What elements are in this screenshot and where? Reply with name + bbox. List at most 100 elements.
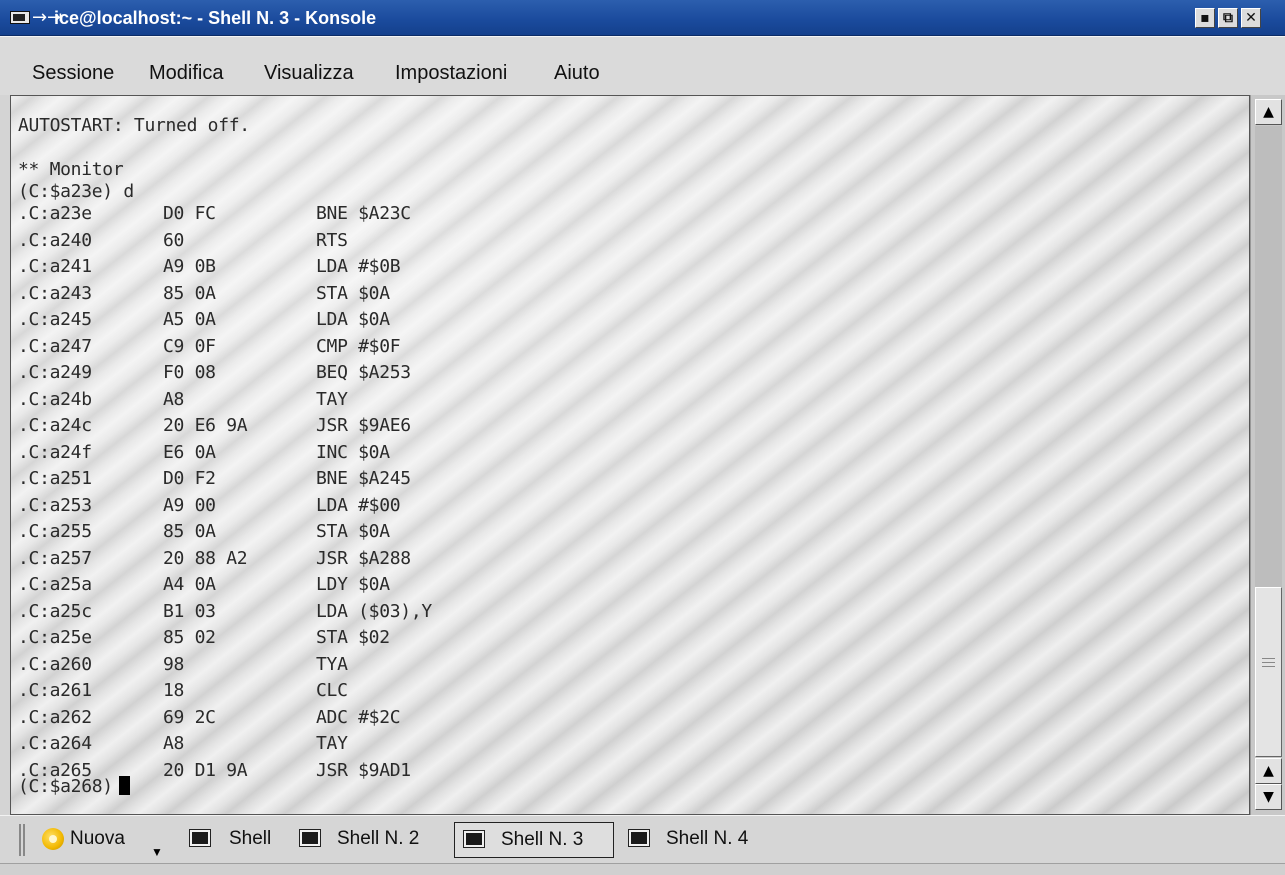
instruction-cell: CMP #$0F [316, 336, 401, 357]
thumb-grip [1262, 666, 1275, 667]
terminal-icon [299, 829, 321, 847]
bytes-cell: A9 0B [163, 256, 216, 277]
address-cell: .C:a251 [18, 468, 92, 489]
monitor-prompt-line[interactable]: (C:$a268) [18, 776, 130, 798]
instruction-cell: LDA #$0B [316, 256, 401, 277]
address-cell: .C:a241 [18, 256, 92, 277]
disassembly-row: .C:a264 A8 TAY [18, 733, 618, 755]
vertical-scrollbar[interactable]: ▲ ▲ ▼ [1250, 95, 1285, 815]
disassembly-row: .C:a245 A5 0A LDA $0A [18, 309, 618, 331]
terminal-output[interactable]: AUTOSTART: Turned off. ** Monitor (C:$a2… [10, 95, 1250, 815]
bytes-cell: 20 E6 9A [163, 415, 248, 436]
disassembly-row: .C:a24f E6 0A INC $0A [18, 442, 618, 464]
minimize-button[interactable]: ▪ [1195, 8, 1215, 28]
bytes-cell: A9 00 [163, 495, 216, 516]
disassembly-row: .C:a251 D0 F2 BNE $A245 [18, 468, 618, 490]
scroll-up-arrow-icon[interactable]: ▲ [1255, 99, 1282, 125]
bytes-cell: A8 [163, 389, 185, 410]
tab-label: Shell [229, 828, 272, 849]
bytes-cell: 85 0A [163, 521, 216, 542]
maximize-button[interactable]: ⧉ [1218, 8, 1238, 28]
instruction-cell: JSR $A288 [316, 548, 411, 569]
disassembly-row: .C:a247 C9 0F CMP #$0F [18, 336, 618, 358]
new-session-label: Nuova [70, 828, 125, 849]
instruction-cell: TAY [316, 733, 348, 754]
disassembly-row: .C:a23e D0 FC BNE $A23C [18, 203, 618, 225]
new-session-icon [42, 828, 64, 850]
disassembly-row: .C:a261 18 CLC [18, 680, 618, 702]
address-cell: .C:a25c [18, 601, 92, 622]
disassembly-row: .C:a243 85 0A STA $0A [18, 283, 618, 305]
terminal-line: ** Monitor [18, 159, 124, 180]
menu-sessione[interactable]: Sessione [32, 61, 114, 85]
menu-modifica[interactable]: Modifica [149, 61, 223, 85]
bytes-cell: A8 [163, 733, 185, 754]
bytes-cell: E6 0A [163, 442, 216, 463]
scroll-up-arrow-icon[interactable]: ▲ [1255, 758, 1282, 784]
terminal-line: (C:$a23e) d [18, 181, 134, 202]
address-cell: .C:a240 [18, 230, 92, 251]
tab-shell-n4[interactable]: Shell N. 4 [624, 822, 794, 858]
bytes-cell: C9 0F [163, 336, 216, 357]
address-cell: .C:a253 [18, 495, 92, 516]
tab-label: Shell N. 3 [501, 829, 584, 850]
instruction-cell: STA $02 [316, 627, 390, 648]
session-tab-bar: Nuova ▼ Shell Shell N. 2 Shell N. 3 Shel… [0, 815, 1285, 863]
tab-shell-n3[interactable]: Shell N. 3 [454, 822, 614, 858]
disassembly-row: .C:a260 98 TYA [18, 654, 618, 676]
dropdown-arrow-icon[interactable]: ▼ [151, 846, 163, 858]
bytes-cell: B1 03 [163, 601, 216, 622]
disassembly-row: .C:a24c 20 E6 9A JSR $9AE6 [18, 415, 618, 437]
disassembly-row: .C:a240 60 RTS [18, 230, 618, 252]
close-button[interactable]: ✕ [1241, 8, 1261, 28]
address-cell: .C:a24c [18, 415, 92, 436]
menu-impostazioni[interactable]: Impostazioni [395, 61, 507, 85]
instruction-cell: STA $0A [316, 283, 390, 304]
new-session-button[interactable]: Nuova ▼ [38, 822, 178, 858]
address-cell: .C:a249 [18, 362, 92, 383]
address-cell: .C:a255 [18, 521, 92, 542]
bytes-cell: D0 F2 [163, 468, 216, 489]
menu-aiuto[interactable]: Aiuto [554, 61, 600, 85]
address-cell: .C:a257 [18, 548, 92, 569]
title-bar[interactable]: →⇥ ice@localhost:~ - Shell N. 3 - Konsol… [0, 0, 1285, 36]
disassembly-row: .C:a262 69 2C ADC #$2C [18, 707, 618, 729]
bytes-cell: 60 [163, 230, 185, 251]
bytes-cell: 69 2C [163, 707, 216, 728]
bytes-cell: A4 0A [163, 574, 216, 595]
bytes-cell: 18 [163, 680, 185, 701]
window-title: ice@localhost:~ - Shell N. 3 - Konsole [54, 8, 377, 28]
address-cell: .C:a264 [18, 733, 92, 754]
instruction-cell: INC $0A [316, 442, 390, 463]
konsole-window-icon[interactable] [10, 11, 30, 24]
menu-bar: Sessione Modifica Visualizza Impostazion… [0, 36, 1285, 95]
tab-shell[interactable]: Shell [187, 822, 287, 858]
bytes-cell: 20 D1 9A [163, 760, 248, 781]
instruction-cell: BEQ $A253 [316, 362, 411, 383]
instruction-cell: LDA ($03),Y [316, 601, 432, 622]
bytes-cell: A5 0A [163, 309, 216, 330]
text-cursor [118, 776, 130, 795]
bytes-cell: D0 FC [163, 203, 216, 224]
disassembly-row: .C:a25a A4 0A LDY $0A [18, 574, 618, 596]
scroll-thumb[interactable] [1255, 587, 1282, 757]
menu-visualizza[interactable]: Visualizza [264, 61, 354, 85]
instruction-cell: LDA #$00 [316, 495, 401, 516]
instruction-cell: JSR $9AD1 [316, 760, 411, 781]
address-cell: .C:a25e [18, 627, 92, 648]
bytes-cell: 20 88 A2 [163, 548, 248, 569]
disassembly-row: .C:a257 20 88 A2 JSR $A288 [18, 548, 618, 570]
tab-shell-n2[interactable]: Shell N. 2 [295, 822, 455, 858]
instruction-cell: TAY [316, 389, 348, 410]
disassembly-row: .C:a25e 85 02 STA $02 [18, 627, 618, 649]
monitor-prompt: (C:$a268) [18, 776, 113, 797]
tab-label: Shell N. 4 [666, 828, 749, 849]
instruction-cell: LDA $0A [316, 309, 390, 330]
instruction-cell: BNE $A23C [316, 203, 411, 224]
address-cell: .C:a24f [18, 442, 92, 463]
bytes-cell: 98 [163, 654, 185, 675]
address-cell: .C:a261 [18, 680, 92, 701]
scroll-down-arrow-icon[interactable]: ▼ [1255, 784, 1282, 810]
toolbar-handle[interactable] [19, 824, 25, 856]
instruction-cell: ADC #$2C [316, 707, 401, 728]
